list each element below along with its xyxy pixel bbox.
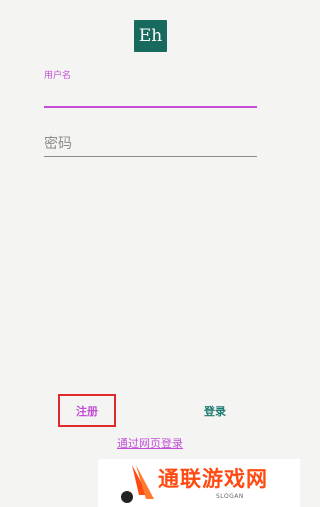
password-input[interactable] [44, 131, 257, 157]
app-logo: Eh [134, 20, 167, 52]
site-logo-icon [121, 465, 154, 503]
register-button[interactable]: 注册 [58, 394, 116, 427]
watermark-text: 通联游戏网 [158, 467, 268, 491]
watermark-slogan: SLOGAN [216, 493, 244, 500]
login-button[interactable]: 登录 [188, 399, 242, 423]
web-login-link[interactable]: 通过网页登录 [100, 435, 200, 451]
watermark: 通联游戏网 SLOGAN [98, 459, 300, 507]
username-input[interactable] [44, 80, 257, 108]
